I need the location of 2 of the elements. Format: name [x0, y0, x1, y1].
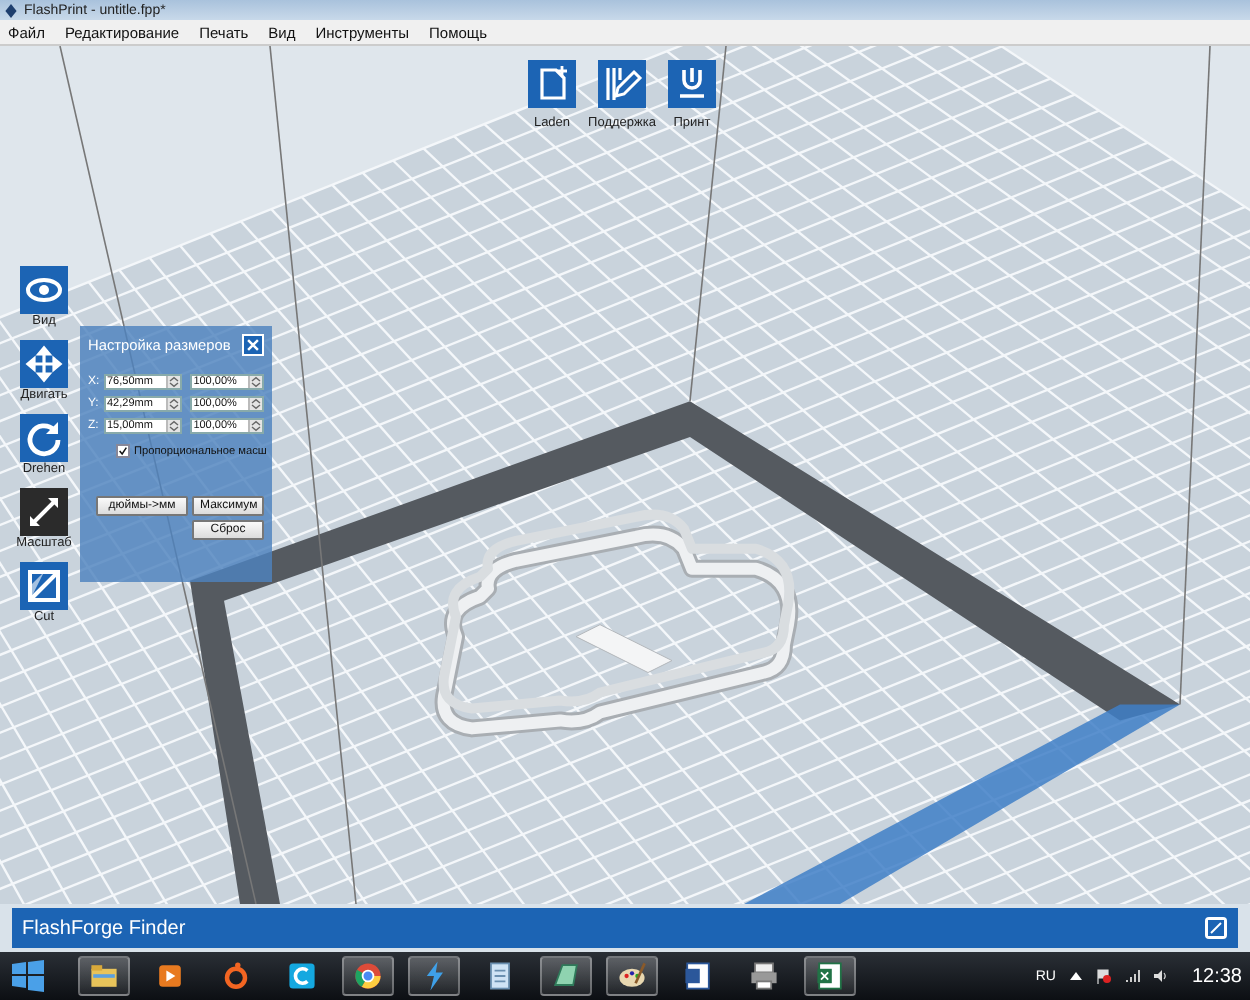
- printer-name: FlashForge Finder: [22, 917, 186, 939]
- clock[interactable]: 12:38: [1191, 965, 1242, 987]
